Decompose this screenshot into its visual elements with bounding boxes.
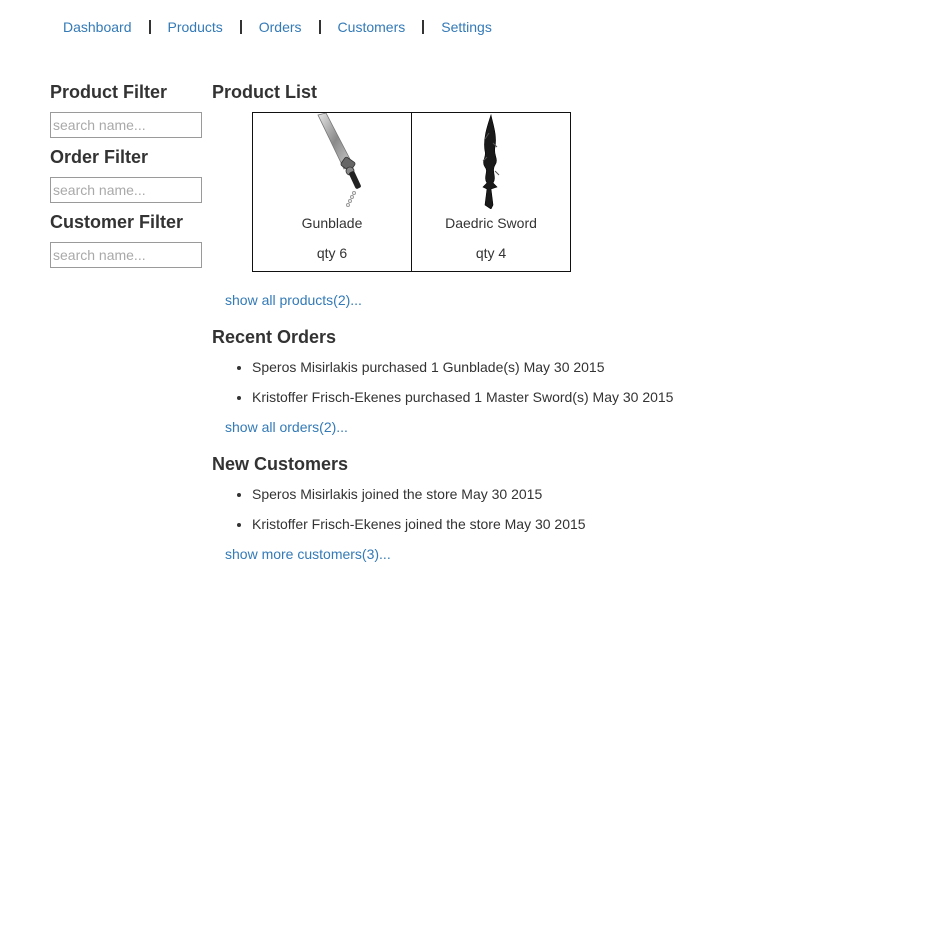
recent-orders-list: Speros Misirlakis purchased 1 Gunblade(s… <box>212 358 892 406</box>
nav-dashboard[interactable]: Dashboard <box>63 19 132 35</box>
show-all-orders-wrap: show all orders(2)... <box>212 418 892 437</box>
customer-filter-title: Customer Filter <box>50 212 184 232</box>
list-item: Kristoffer Frisch-Ekenes purchased 1 Mas… <box>252 388 892 406</box>
product-filter-title: Product Filter <box>50 82 168 102</box>
new-customers-list: Speros Misirlakis joined the store May 3… <box>212 485 892 533</box>
show-more-customers-link[interactable]: show more customers(3)... <box>225 545 391 563</box>
product-card[interactable]: Daedric Sword qty 4 <box>411 112 571 272</box>
product-grid: Gunblade qty 6 Daedric Sword qty 4 <box>252 112 892 272</box>
nav-separator <box>318 20 321 34</box>
product-card[interactable]: Gunblade qty 6 <box>252 112 412 272</box>
show-all-products-wrap: show all products(2)... <box>212 291 892 310</box>
nav-separator <box>148 20 151 34</box>
order-filter-input[interactable] <box>50 177 202 203</box>
product-name: Gunblade <box>301 215 363 231</box>
nav-settings[interactable]: Settings <box>441 19 492 35</box>
nav-customers[interactable]: Customers <box>338 19 406 35</box>
daedric-sword-image <box>412 113 570 209</box>
top-nav: Dashboard Products Orders Customers Sett… <box>63 16 492 38</box>
nav-products[interactable]: Products <box>168 19 223 35</box>
list-item: Speros Misirlakis joined the store May 3… <box>252 485 892 503</box>
show-all-orders-link[interactable]: show all orders(2)... <box>225 418 348 436</box>
list-item: Kristoffer Frisch-Ekenes joined the stor… <box>252 515 892 533</box>
main-content: Product List Gunblade qty 6 Daedric Swor… <box>212 82 892 564</box>
product-filter-input[interactable] <box>50 112 202 138</box>
nav-separator <box>422 20 425 34</box>
list-item: Speros Misirlakis purchased 1 Gunblade(s… <box>252 358 892 376</box>
product-name: Daedric Sword <box>445 215 537 231</box>
new-customers-title: New Customers <box>212 454 349 474</box>
customer-filter-input[interactable] <box>50 242 202 268</box>
nav-separator <box>239 20 242 34</box>
nav-orders[interactable]: Orders <box>259 19 302 35</box>
recent-orders-title: Recent Orders <box>212 327 337 347</box>
show-more-customers-wrap: show more customers(3)... <box>212 545 892 564</box>
product-qty: qty 6 <box>316 245 348 261</box>
show-all-products-link[interactable]: show all products(2)... <box>225 291 362 309</box>
order-filter-title: Order Filter <box>50 147 149 167</box>
sidebar: Product Filter Order Filter Customer Fil… <box>50 82 202 277</box>
gunblade-image <box>253 113 411 209</box>
product-qty: qty 4 <box>475 245 507 261</box>
product-list-title: Product List <box>212 82 318 102</box>
